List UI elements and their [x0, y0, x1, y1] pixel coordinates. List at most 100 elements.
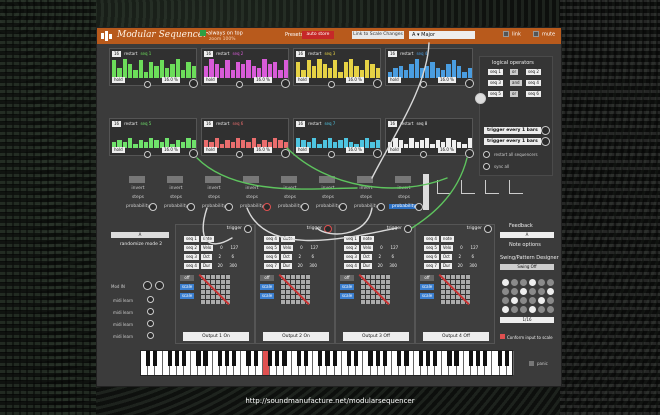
probability-knob[interactable] [339, 203, 347, 211]
black-key[interactable] [447, 351, 452, 366]
swing-step[interactable] [529, 306, 536, 313]
sequence-select[interactable]: seq 6 [424, 254, 439, 260]
step-bar[interactable] [451, 60, 456, 78]
parameter-select[interactable]: Dur [200, 263, 213, 269]
black-key[interactable] [346, 351, 352, 366]
output-toggle-button[interactable]: Output 1 On [183, 332, 249, 341]
swing-step[interactable] [520, 288, 527, 295]
black-key[interactable] [404, 351, 409, 366]
probability-knob[interactable] [301, 203, 309, 211]
black-key[interactable] [174, 351, 179, 366]
output-option-button[interactable]: scale [260, 284, 274, 290]
black-key[interactable] [224, 351, 230, 366]
swing-step[interactable] [511, 279, 518, 286]
black-key[interactable] [167, 351, 172, 366]
step-bar[interactable] [225, 60, 230, 78]
black-key[interactable] [483, 351, 488, 366]
midi-learn-knob[interactable] [147, 332, 154, 339]
step-bar[interactable] [138, 60, 143, 78]
hold-button[interactable]: hold [388, 77, 401, 83]
black-key[interactable] [332, 351, 337, 366]
swing-knob[interactable] [236, 151, 243, 158]
step-bar[interactable] [349, 59, 354, 78]
probability-fader[interactable] [423, 174, 429, 210]
step-bar[interactable] [159, 60, 165, 78]
swing-step[interactable] [502, 306, 509, 313]
black-key[interactable] [368, 351, 373, 366]
rate-readout[interactable]: 16.0 % [438, 77, 456, 83]
swing-step[interactable] [538, 288, 545, 295]
black-key[interactable] [318, 351, 323, 366]
output-option-button[interactable]: off [180, 275, 194, 281]
rate-readout[interactable]: 16.0 % [346, 147, 364, 153]
sequence-select[interactable]: seq 1 [344, 236, 359, 242]
swing-step[interactable] [538, 297, 545, 304]
step-bar[interactable] [262, 59, 267, 78]
step-bars[interactable] [112, 128, 196, 148]
step-bar[interactable] [175, 59, 180, 78]
output-toggle-button[interactable]: Output 3 Off [343, 332, 409, 341]
step-bar[interactable] [322, 64, 327, 78]
logic-switch[interactable] [461, 180, 475, 194]
sequence-select[interactable]: seq 4 [184, 263, 199, 269]
swing-step[interactable] [511, 297, 518, 304]
logic-switch[interactable] [509, 180, 523, 194]
sequence-select[interactable]: seq 4 [424, 236, 439, 242]
output-option-button[interactable]: off [260, 275, 274, 281]
parameter-select[interactable]: Dur [440, 263, 453, 269]
swing-knob[interactable] [144, 151, 151, 158]
step-bar[interactable] [306, 60, 311, 78]
step-bar[interactable] [127, 64, 133, 78]
step-select[interactable] [129, 176, 145, 183]
logic-switch[interactable] [437, 180, 451, 194]
black-key[interactable] [432, 351, 438, 366]
sequence-select[interactable]: seq 6 [264, 254, 279, 260]
black-key[interactable] [196, 351, 201, 366]
rate-knob[interactable] [281, 79, 290, 88]
step-bar[interactable] [186, 62, 191, 78]
black-key[interactable] [397, 351, 402, 366]
probability-knob[interactable] [225, 203, 233, 211]
min-value[interactable]: 0 [375, 245, 387, 250]
step-bar[interactable] [272, 62, 278, 78]
midi-learn-knob[interactable] [147, 296, 154, 303]
max-value[interactable]: 300 [467, 263, 479, 268]
parameter-select[interactable]: Velo [200, 245, 214, 251]
step-bar[interactable] [409, 64, 414, 78]
black-key[interactable] [153, 351, 158, 366]
panic-button[interactable] [529, 361, 534, 366]
parameter-select[interactable]: Velo [360, 245, 374, 251]
parameter-select[interactable]: Oct [440, 254, 452, 260]
logic-operator-select[interactable]: or [510, 69, 519, 75]
swing-knob[interactable] [144, 81, 151, 88]
max-value[interactable]: 300 [227, 263, 239, 268]
black-key[interactable] [296, 351, 301, 366]
parameter-select[interactable]: Velo [440, 245, 454, 251]
hold-button[interactable]: hold [112, 147, 125, 153]
rate-readout[interactable]: 16.0 % [438, 147, 456, 153]
output-option-button[interactable]: off [340, 275, 354, 281]
max-value[interactable]: 127 [308, 245, 320, 250]
parameter-select[interactable]: Gate [280, 236, 295, 242]
black-key[interactable] [454, 351, 459, 366]
swing-step[interactable] [547, 279, 554, 286]
always-on-top-toggle[interactable]: always on top [200, 30, 243, 37]
rate-knob[interactable] [189, 149, 198, 158]
step-bar[interactable] [370, 64, 375, 78]
swing-step[interactable] [547, 306, 554, 313]
output-option-button[interactable]: scale [340, 293, 354, 299]
swing-step[interactable] [538, 306, 545, 313]
hold-button[interactable]: hold [296, 77, 309, 83]
black-key[interactable] [146, 351, 151, 366]
logic-input-b[interactable]: seq 6 [526, 91, 541, 97]
black-key[interactable] [267, 351, 273, 366]
probability-knob[interactable] [187, 203, 195, 211]
hold-button[interactable]: hold [204, 147, 217, 153]
swing-step[interactable] [502, 279, 509, 286]
min-value[interactable]: 0 [295, 245, 307, 250]
trigger-every-button-2[interactable]: trigger every 1 bars [484, 138, 541, 145]
swing-knob[interactable] [236, 81, 243, 88]
output-toggle-button[interactable]: Output 4 Off [423, 332, 489, 341]
black-key[interactable] [475, 351, 481, 366]
black-key[interactable] [303, 351, 309, 366]
